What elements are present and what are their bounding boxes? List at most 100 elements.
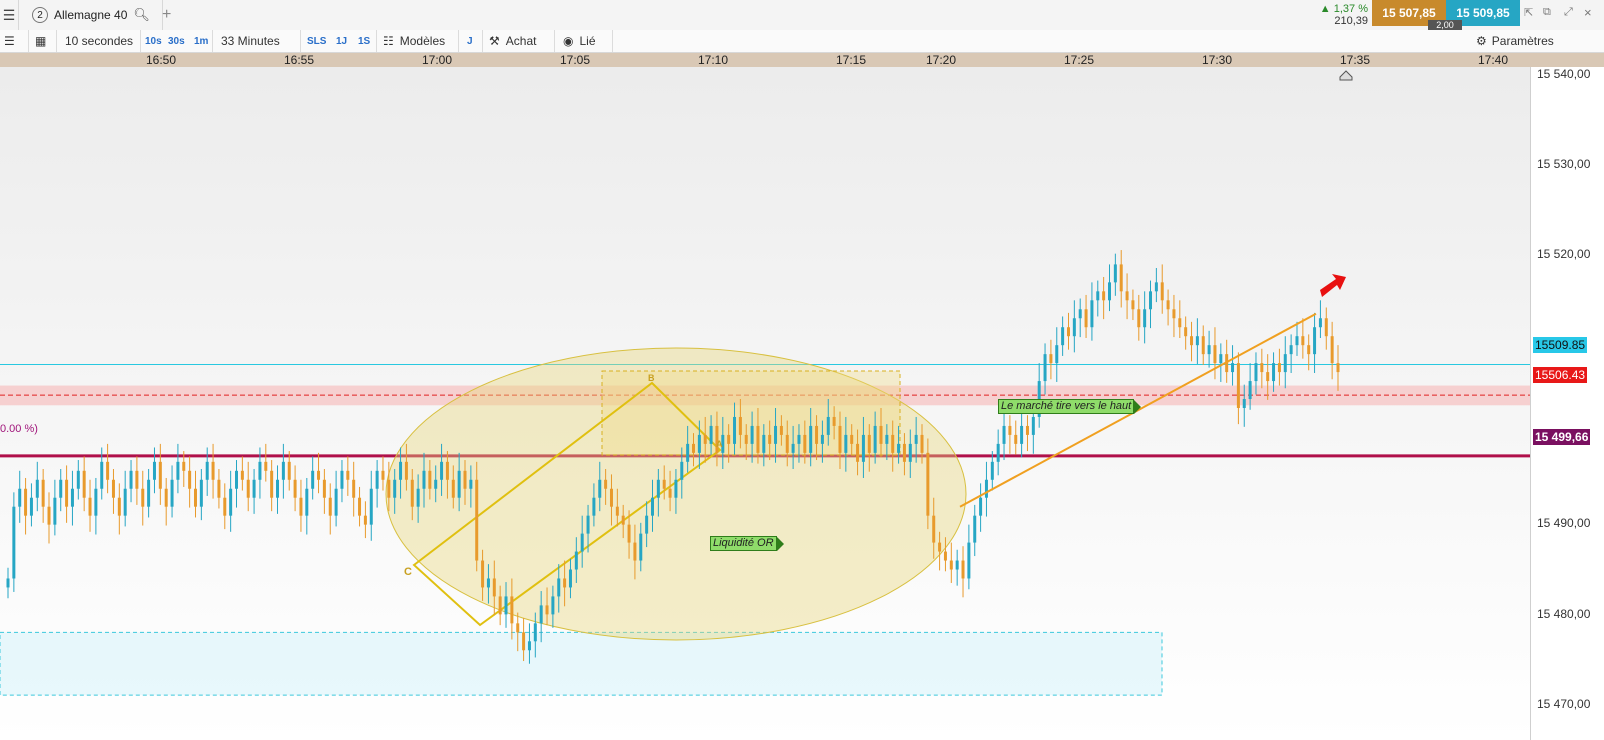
candle-body <box>1195 336 1199 346</box>
interval-selector[interactable]: 10 secondes <box>56 30 133 52</box>
detach-window-icon[interactable]: ⧉ <box>1543 6 1551 19</box>
time-label: 17:40 <box>1478 53 1509 67</box>
point-a-label: A <box>716 439 723 449</box>
candle-body <box>53 497 57 525</box>
candle-body <box>996 443 1000 462</box>
eye-icon: ◉ <box>563 34 574 48</box>
linked-label: Lié <box>579 34 596 48</box>
candle-body <box>1213 345 1217 364</box>
interval-10s[interactable]: 10s <box>140 30 162 52</box>
candle-body <box>1248 381 1252 400</box>
sliders-icon: ☷ <box>383 34 394 48</box>
candle-body <box>123 488 127 516</box>
candle-body <box>797 434 801 444</box>
candle-body <box>885 434 889 444</box>
search-icon[interactable]: 🔍︎ <box>133 7 150 23</box>
candle-body <box>111 479 115 498</box>
maximize-icon[interactable]: ⤢ <box>1564 6 1573 19</box>
market-annotation[interactable]: Le marché tire vers le haut <box>998 399 1142 414</box>
candle-body <box>193 488 197 507</box>
candle-body <box>645 515 649 534</box>
candle-body <box>932 515 936 543</box>
candle-body <box>738 416 742 435</box>
candle-body <box>322 479 326 498</box>
sls-button[interactable]: SLS <box>300 30 326 52</box>
candle-body <box>1330 336 1334 364</box>
candle-body <box>1201 336 1205 355</box>
candle-body <box>117 497 121 516</box>
candle-body <box>1043 354 1047 382</box>
candlestick-chart <box>0 70 1530 696</box>
range-j[interactable]: J <box>458 30 473 52</box>
candle-body <box>1219 354 1223 364</box>
candle-body <box>12 506 16 579</box>
candle-body <box>656 479 660 498</box>
buy-order-button[interactable]: ⚒ Achat <box>482 30 536 52</box>
candle-body <box>979 497 983 516</box>
candle-body <box>434 479 438 489</box>
fib-price-tag: 15 499,66 <box>1533 429 1591 445</box>
current-price-tag: 15509.85 <box>1533 337 1588 353</box>
interval-30s[interactable]: 30s <box>168 30 185 52</box>
gear-icon: ⚙ <box>1476 34 1487 48</box>
instrument-tab[interactable]: 2 Allemagne 40 🔍︎ <box>24 0 163 30</box>
candle-body <box>1166 300 1170 310</box>
candle-body <box>1025 425 1029 435</box>
time-label: 17:00 <box>422 53 453 67</box>
candle-body <box>24 488 28 516</box>
candle-body <box>1178 318 1182 328</box>
buy-order-label: Achat <box>505 34 537 48</box>
candle-body <box>1066 327 1070 337</box>
interval-1m[interactable]: 1m <box>194 30 208 52</box>
liquidity-zone-cyan <box>0 631 1163 696</box>
models-button[interactable]: ☷ Modèles <box>376 30 445 52</box>
candle-body <box>709 425 713 444</box>
candle-body <box>1149 291 1153 310</box>
chart-area[interactable]: Liquidité OR Le marché tire vers le haut… <box>0 67 1530 740</box>
candle-body <box>879 425 883 444</box>
candle-body <box>1289 345 1293 355</box>
settings-button[interactable]: ⚙ Paramètres <box>1476 30 1554 52</box>
candle-body <box>281 461 285 480</box>
candle-body <box>410 479 414 507</box>
candle-body <box>29 497 33 516</box>
candle-body <box>41 479 45 507</box>
chart-tool-icon: ⚒ <box>489 34 500 48</box>
tab-number-badge: 2 <box>32 7 48 23</box>
hamburger-menu-icon[interactable]: ☰ <box>0 0 19 30</box>
add-tab-icon[interactable]: + <box>162 6 171 24</box>
candle-body <box>815 425 819 444</box>
candle-body <box>744 434 748 444</box>
time-label: 16:50 <box>146 53 177 67</box>
candle-body <box>211 461 215 480</box>
candle-body <box>317 470 321 480</box>
point-b-label: B <box>648 373 655 383</box>
candle-body <box>1336 363 1340 373</box>
window-menu-icon[interactable]: ⇱ <box>1524 6 1533 19</box>
range-1j[interactable]: 1J <box>336 30 347 52</box>
candle-body <box>498 596 502 615</box>
close-icon[interactable]: × <box>1584 5 1592 20</box>
grid-layout-icon[interactable]: ▦ <box>28 30 46 52</box>
candle-body <box>510 596 514 624</box>
time-axis: 16:50 16:55 17:00 17:05 17:10 17:15 17:20 17:25… <box>0 53 1604 67</box>
candle-body <box>428 470 432 489</box>
candle-body <box>990 461 994 480</box>
candle-body <box>873 425 877 453</box>
candle-body <box>1272 363 1276 382</box>
candle-body <box>1307 345 1311 355</box>
linked-button[interactable]: ◉ Lié <box>554 30 596 52</box>
list-view-icon[interactable]: ☰ <box>4 30 15 52</box>
candle-body <box>1078 309 1082 319</box>
candle-body <box>258 461 262 480</box>
time-label: 17:10 <box>698 53 729 67</box>
time-label: 16:55 <box>284 53 315 67</box>
range-1s[interactable]: 1S <box>358 30 370 52</box>
range-selector[interactable]: 33 Minutes <box>212 30 280 52</box>
liquidity-annotation[interactable]: Liquidité OR <box>710 536 784 551</box>
candle-body <box>557 578 561 597</box>
candle-body <box>563 578 567 588</box>
candle-body <box>897 443 901 453</box>
candle-body <box>803 434 807 453</box>
candle-body <box>182 461 186 471</box>
